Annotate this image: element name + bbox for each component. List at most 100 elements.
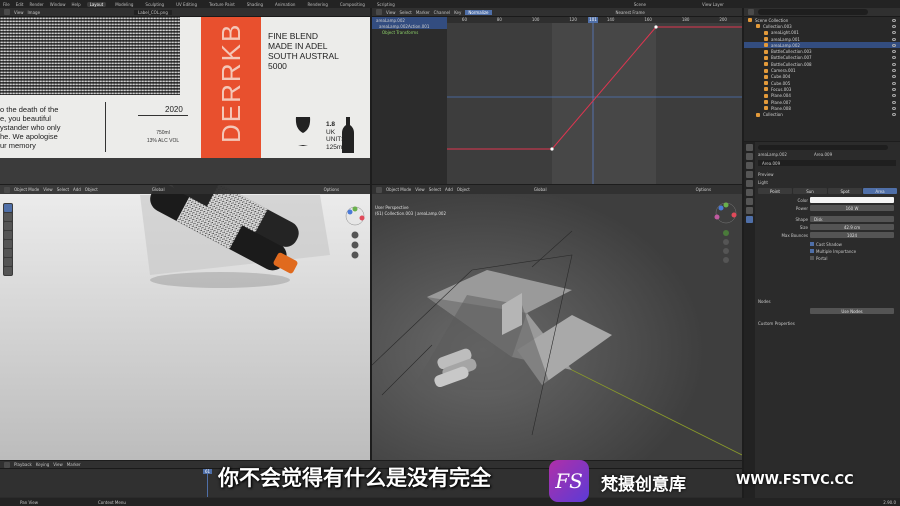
tab-texture-paint[interactable]: Texture Paint [206, 2, 238, 7]
menu-select[interactable]: Select [400, 10, 412, 15]
max-bounces-field[interactable]: 1024 [810, 232, 894, 238]
select-tool-icon[interactable] [4, 204, 12, 212]
menu-view[interactable]: View [53, 462, 63, 467]
menu-key[interactable]: Key [454, 10, 461, 15]
snapping-select[interactable]: Nearest Frame [616, 10, 645, 15]
channel-row[interactable]: Object Transforms [372, 29, 447, 35]
menu-select[interactable]: Select [429, 187, 441, 192]
view-layer-selector[interactable]: View Layer [702, 2, 724, 7]
portal-checkbox[interactable]: Portal [810, 255, 828, 261]
transform-orientation[interactable]: Global [534, 187, 547, 192]
panel-nodes[interactable]: Nodes [758, 298, 771, 304]
object-tab-icon[interactable] [746, 198, 753, 205]
visibility-eye-icon[interactable] [892, 43, 896, 47]
cast-shadow-checkbox[interactable]: Cast Shadow [810, 241, 842, 247]
multiple-importance-checkbox[interactable]: Multiple Importance [810, 248, 856, 254]
editor-type-icon[interactable] [748, 9, 754, 15]
image-name-field[interactable]: Label_COL.png [134, 9, 172, 15]
navigation-gizmo[interactable] [712, 199, 740, 279]
properties-search[interactable] [758, 144, 888, 150]
world-tab-icon[interactable] [746, 189, 753, 196]
light-type-sun[interactable]: Sun [793, 188, 827, 194]
editor-type-icon[interactable] [4, 9, 10, 15]
mode-select[interactable]: Object Mode [386, 187, 411, 192]
outliner-row[interactable]: Collection [744, 111, 900, 117]
color-field[interactable] [810, 197, 894, 203]
panel-preview[interactable]: Preview [758, 171, 774, 177]
menu-marker[interactable]: Marker [67, 462, 81, 467]
current-frame-indicator[interactable]: 101 [588, 17, 598, 23]
editor-type-icon[interactable] [4, 461, 10, 468]
move-tool-icon[interactable] [4, 222, 12, 230]
light-data-tab-icon[interactable] [746, 216, 753, 223]
menu-image[interactable]: Image [28, 10, 41, 15]
measure-tool-icon[interactable] [4, 267, 12, 275]
menu-marker[interactable]: Marker [416, 10, 430, 15]
size-field[interactable]: 42.9 cm [810, 224, 894, 230]
transform-orientation[interactable]: Global [152, 187, 165, 192]
editor-type-icon[interactable] [376, 9, 382, 15]
visibility-eye-icon[interactable] [892, 87, 896, 91]
shape-select[interactable]: Disk [810, 216, 894, 222]
options-button[interactable]: Options [696, 187, 711, 192]
cursor-tool-icon[interactable] [4, 213, 12, 221]
mode-select[interactable]: Object Mode [14, 187, 39, 192]
editor-type-icon[interactable] [4, 186, 10, 193]
tab-scripting[interactable]: Scripting [374, 2, 398, 7]
panel-custom-properties[interactable]: Custom Properties [758, 320, 795, 326]
light-type-point[interactable]: Point [758, 188, 792, 194]
transform-tool-icon[interactable] [4, 249, 12, 257]
editor-type-icon[interactable] [376, 186, 382, 193]
tab-sculpting[interactable]: Sculpting [142, 2, 167, 7]
normalize-toggle[interactable]: Normalize [465, 9, 492, 15]
tab-modeling[interactable]: Modeling [112, 2, 136, 7]
output-tab-icon[interactable] [746, 162, 753, 169]
visibility-eye-icon[interactable] [892, 106, 896, 110]
use-nodes-button[interactable]: Use Nodes [810, 308, 894, 314]
visibility-eye-icon[interactable] [892, 69, 896, 73]
current-frame-indicator[interactable]: 61 [203, 469, 212, 474]
menu-window[interactable]: Window [50, 2, 66, 7]
tool-tab-icon[interactable] [746, 144, 753, 151]
visibility-eye-icon[interactable] [892, 75, 896, 79]
options-button[interactable]: Options [324, 187, 339, 192]
visibility-eye-icon[interactable] [892, 18, 896, 22]
scale-tool-icon[interactable] [4, 240, 12, 248]
menu-select[interactable]: Select [57, 187, 69, 192]
outliner-search[interactable] [758, 9, 868, 15]
tab-layout[interactable]: Layout [86, 1, 107, 7]
viewport-solid[interactable]: Object Mode View Select Add Object Globa… [372, 185, 742, 460]
constraints-tab-icon[interactable] [746, 207, 753, 214]
render-tab-icon[interactable] [746, 153, 753, 160]
menu-channel[interactable]: Channel [434, 10, 450, 15]
navigation-gizmo[interactable] [342, 205, 368, 265]
menu-add[interactable]: Add [445, 187, 453, 192]
menu-add[interactable]: Add [73, 187, 81, 192]
visibility-eye-icon[interactable] [892, 24, 896, 28]
tab-rendering[interactable]: Rendering [304, 2, 330, 7]
menu-view[interactable]: View [415, 187, 425, 192]
view-layer-tab-icon[interactable] [746, 171, 753, 178]
rotate-tool-icon[interactable] [4, 231, 12, 239]
visibility-eye-icon[interactable] [892, 81, 896, 85]
panel-light[interactable]: Light [758, 179, 768, 185]
menu-file[interactable]: File [3, 2, 10, 7]
menu-object[interactable]: Object [85, 187, 98, 192]
visibility-eye-icon[interactable] [892, 37, 896, 41]
viewport-rendered[interactable]: Object Mode View Select Add Object Globa… [0, 185, 370, 460]
visibility-eye-icon[interactable] [892, 100, 896, 104]
menu-view[interactable]: View [43, 187, 53, 192]
menu-edit[interactable]: Edit [16, 2, 24, 7]
visibility-eye-icon[interactable] [892, 94, 896, 98]
light-type-spot[interactable]: Spot [828, 188, 862, 194]
visibility-eye-icon[interactable] [892, 62, 896, 66]
menu-view[interactable]: View [386, 10, 396, 15]
menu-help[interactable]: Help [71, 2, 80, 7]
annotate-tool-icon[interactable] [4, 258, 12, 266]
scene-tab-icon[interactable] [746, 180, 753, 187]
fcurve-area[interactable]: 60 80 100 120 140 160 180 200 101 [447, 17, 742, 184]
visibility-eye-icon[interactable] [892, 113, 896, 117]
power-field[interactable]: 160 W [810, 205, 894, 211]
datablock-field[interactable]: Area.009 [758, 160, 896, 166]
visibility-eye-icon[interactable] [892, 50, 896, 54]
